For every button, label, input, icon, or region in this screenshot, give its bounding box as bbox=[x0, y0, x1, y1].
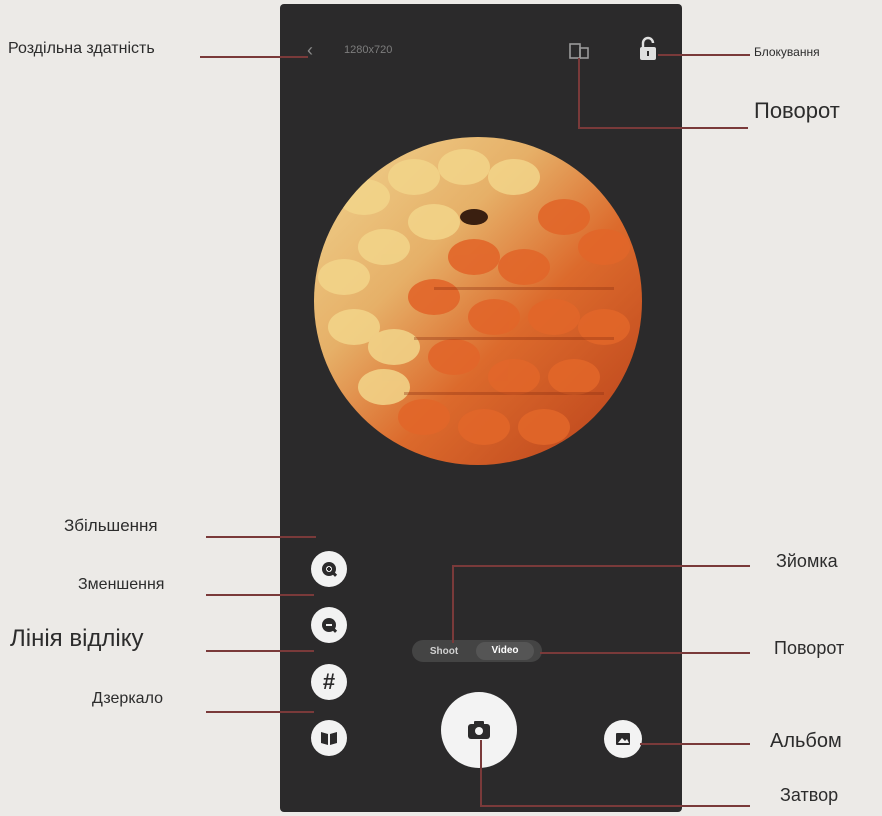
shutter-button[interactable] bbox=[441, 692, 517, 768]
album-icon bbox=[616, 733, 630, 745]
rotate-leader bbox=[578, 127, 748, 129]
zoom-out-leader bbox=[206, 594, 314, 596]
capture-leader bbox=[452, 565, 750, 567]
zoom-in-label: Збільшення bbox=[64, 516, 158, 535]
capture-leader-v bbox=[452, 565, 454, 643]
capture-label: Зйомка bbox=[776, 551, 838, 571]
album-button[interactable] bbox=[604, 720, 642, 758]
zoom-in-button[interactable] bbox=[311, 551, 347, 587]
camera-icon bbox=[468, 721, 490, 739]
rotate-mode-label: Поворот bbox=[774, 638, 845, 658]
rotate-mode-leader bbox=[540, 652, 750, 654]
shutter-leader-v bbox=[480, 740, 482, 806]
mode-toggle[interactable]: Shoot Video bbox=[412, 640, 542, 662]
microscope-view bbox=[314, 137, 642, 465]
rotate-leader-v bbox=[578, 58, 580, 128]
mode-video-tab[interactable]: Video bbox=[476, 642, 534, 660]
resolution-value[interactable]: 1280x720 bbox=[344, 44, 392, 56]
mirror-button[interactable] bbox=[311, 720, 347, 756]
album-label: Альбом bbox=[770, 730, 842, 752]
resolution-leader bbox=[200, 56, 308, 58]
mirror-leader bbox=[206, 711, 314, 713]
grid-leader bbox=[206, 650, 314, 652]
shutter-label: Затвор bbox=[780, 785, 839, 805]
album-leader bbox=[640, 743, 750, 745]
zoom-out-button[interactable] bbox=[311, 607, 347, 643]
shutter-leader bbox=[480, 805, 750, 807]
rotate-label: Поворот bbox=[754, 98, 840, 123]
grid-button[interactable]: # bbox=[311, 664, 347, 700]
zoom-in-icon bbox=[322, 562, 338, 577]
lock-leader bbox=[658, 54, 750, 56]
lock-icon[interactable] bbox=[638, 36, 658, 62]
grid-icon: # bbox=[322, 669, 336, 694]
resolution-label: Роздільна здатність bbox=[8, 40, 155, 57]
grid-label: Лінія відліку bbox=[10, 625, 144, 652]
mirror-label: Дзеркало bbox=[92, 690, 163, 707]
mode-shoot-tab[interactable]: Shoot bbox=[412, 646, 476, 657]
mirror-icon bbox=[321, 732, 337, 745]
lock-label: Блокування bbox=[754, 45, 820, 59]
zoom-out-label: Зменшення bbox=[78, 576, 165, 593]
zoom-in-leader bbox=[206, 536, 316, 538]
zoom-out-icon bbox=[322, 618, 338, 633]
